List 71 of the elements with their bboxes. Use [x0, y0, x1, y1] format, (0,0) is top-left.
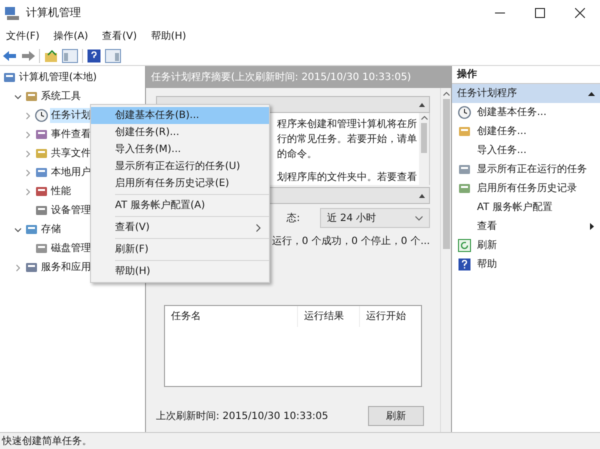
status-label: 态: [286, 212, 300, 226]
tree-item[interactable]: 服务和应用 [40, 260, 92, 275]
pane-icon[interactable] [62, 48, 78, 62]
column-header[interactable]: 运行开始 [359, 306, 421, 327]
collapsed-chevron-icon[interactable] [23, 110, 33, 120]
context-menu-item[interactable]: 启用所有任务历史记录(E) [91, 175, 269, 192]
tree-item[interactable]: 本地用户 [50, 165, 92, 180]
tree-item[interactable]: 事件查看 [50, 127, 92, 142]
action-item[interactable]: 启用所有任务历史记录 [452, 179, 600, 198]
last-refresh-text: 上次刷新时间: 2015/10/30 10:33:05 [156, 410, 328, 424]
context-menu-item[interactable]: 导入任务(M)... [91, 141, 269, 158]
tree-item[interactable]: 性能 [50, 184, 72, 199]
collapse-arrow-icon [588, 92, 595, 96]
column-header[interactable]: 任务名 [165, 306, 297, 327]
description-text: 行的常见任务。若要开始，请单 [277, 132, 417, 147]
back-arrow-icon[interactable] [3, 50, 17, 62]
tree-item[interactable]: 共享文件 [50, 146, 92, 161]
action-item[interactable]: 刷新 [452, 236, 600, 255]
window-title: 计算机管理 [26, 4, 81, 21]
description-text: 划程序库的文件夹中。若要查看 [277, 170, 417, 185]
minimize-icon [495, 12, 505, 14]
computer-management-icon [4, 5, 20, 21]
collapsed-chevron-icon[interactable] [23, 130, 33, 140]
context-menu-item[interactable]: 创建基本任务(B)... [91, 107, 269, 124]
context-menu-item[interactable]: 显示所有正在运行的任务(U) [91, 158, 269, 175]
tree-item[interactable]: 磁盘管理 [50, 241, 92, 256]
action-item[interactable]: 导入任务... [452, 141, 600, 160]
menu-item[interactable]: 查看(V) [98, 28, 141, 44]
action-item[interactable]: 查看 [452, 217, 600, 236]
description-text: 的命令。 [277, 148, 317, 162]
refresh-button[interactable]: 刷新 [368, 406, 424, 426]
period-dropdown[interactable]: 近 24 小时 [320, 208, 430, 228]
action-item[interactable]: AT 服务帐户配置 [452, 198, 600, 217]
action-item[interactable]: 创建基本任务... [452, 103, 600, 122]
context-menu-item[interactable]: 查看(V) [91, 219, 269, 236]
collapse-arrow-icon[interactable] [419, 102, 425, 106]
actions-section-header[interactable]: 任务计划程序 [452, 84, 600, 103]
tree-item[interactable]: 计算机管理(本地) [18, 70, 98, 85]
status-summary-text: 运行，0 个成功，0 个停止，0 个... [272, 234, 430, 249]
column-header[interactable]: 运行结果 [297, 306, 359, 327]
help-icon[interactable] [87, 48, 101, 62]
context-menu-item[interactable]: 创建任务(R)... [91, 124, 269, 141]
action-item[interactable]: 帮助 [452, 255, 600, 274]
forward-arrow-icon[interactable] [21, 50, 35, 62]
collapsed-chevron-icon[interactable] [23, 186, 33, 196]
context-menu-item[interactable]: 帮助(H) [91, 263, 269, 280]
tree-item[interactable]: 存储 [40, 222, 62, 237]
clock-icon [458, 106, 471, 119]
folder-up-icon[interactable] [44, 48, 58, 62]
collapsed-chevron-icon[interactable] [23, 148, 33, 158]
clock-icon [35, 109, 48, 122]
action-item[interactable]: 创建任务... [452, 122, 600, 141]
maximize-icon [535, 8, 545, 18]
submenu-arrow-icon [590, 223, 594, 230]
description-text: 程序来创建和管理计算机将在所 [277, 118, 417, 132]
status-bar-text: 快速创建简单任务。 [2, 434, 92, 448]
refresh-icon [458, 239, 471, 252]
collapsed-chevron-icon[interactable] [23, 168, 33, 178]
summary-header: 任务计划程序摘要(上次刷新时间: 2015/10/30 10:33:05) [146, 66, 451, 88]
action-item[interactable]: 显示所有正在运行的任务 [452, 160, 600, 179]
close-icon [575, 8, 585, 18]
context-menu-item[interactable]: AT 服务帐户配置(A) [91, 197, 269, 214]
collapsed-chevron-icon[interactable] [13, 262, 23, 272]
tree-item[interactable]: 设备管理 [50, 203, 92, 218]
collapse-arrow-icon[interactable] [419, 194, 425, 198]
context-menu-item[interactable]: 刷新(F) [91, 241, 269, 258]
tree-item[interactable]: 系统工具 [40, 89, 82, 104]
help-icon [458, 258, 471, 271]
menu-item[interactable]: 操作(A) [50, 28, 92, 44]
menu-item[interactable]: 文件(F) [2, 28, 44, 44]
menu-item[interactable]: 帮助(H) [146, 28, 190, 44]
